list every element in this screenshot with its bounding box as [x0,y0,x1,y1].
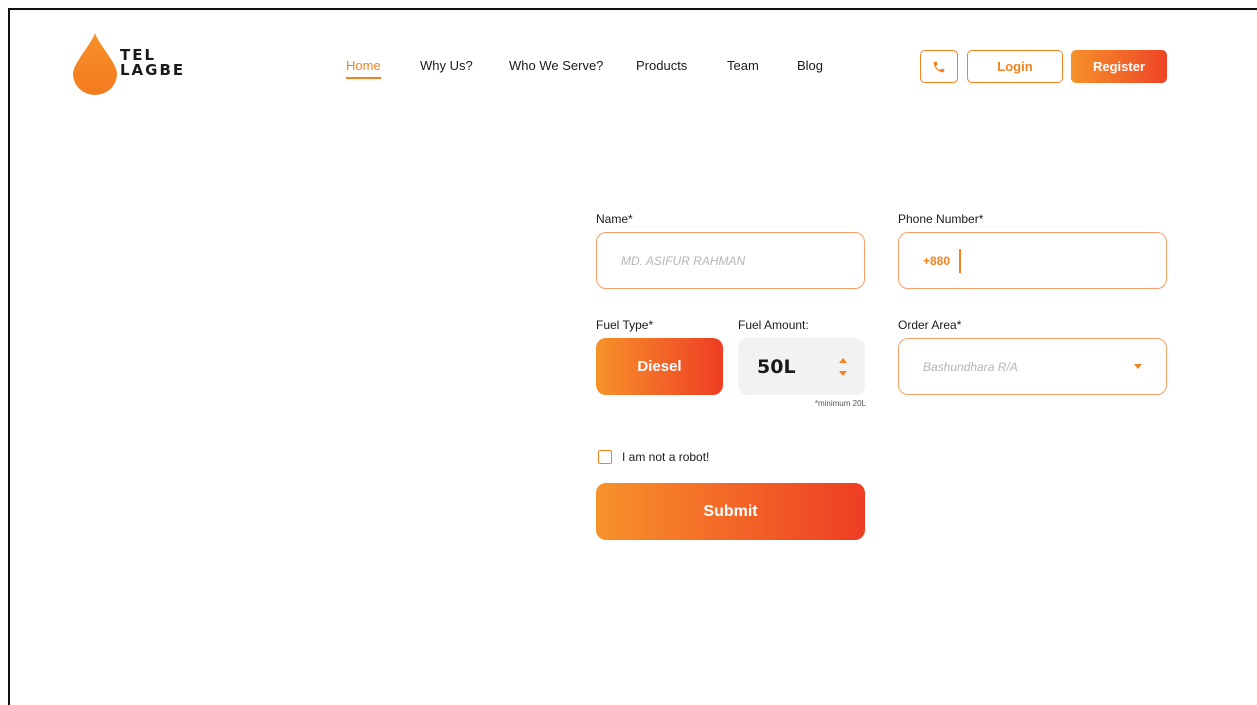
caret-down-icon [1134,364,1142,369]
fuel-type-label: Fuel Type* [596,318,654,332]
nav-item-label: Home [346,58,381,73]
active-nav-underline [346,77,381,79]
fuel-amount-input[interactable]: 50L [738,338,865,395]
nav-item-home[interactable]: Home [346,58,381,79]
submit-button[interactable]: Submit [596,483,865,540]
call-button[interactable] [920,50,958,83]
login-button[interactable]: Login [967,50,1063,83]
phone-input[interactable]: +880 [898,232,1167,289]
captcha-checkbox[interactable]: I am not a robot! [598,450,709,464]
captcha-label: I am not a robot! [622,450,710,464]
nav-item-team[interactable]: Team [727,58,759,73]
brand-wordmark: TEL LAGBE [120,48,185,78]
fuel-amount-label: Fuel Amount: [738,318,809,332]
order-area-label: Order Area* [898,318,962,332]
nav-item-who-we-serve[interactable]: Who We Serve? [509,58,603,73]
nav-item-why-us[interactable]: Why Us? [420,58,473,73]
country-code-prefix: +880 [923,253,951,268]
phone-label: Phone Number* [898,212,984,226]
text-cursor [959,248,961,273]
phone-icon [933,61,945,72]
fuel-amount-value: 50L [757,356,796,378]
name-input[interactable]: MD. ASIFUR RAHMAN [596,232,865,289]
order-area-placeholder: Bashundhara R/A [923,359,1018,374]
brand-line-2: LAGBE [120,61,186,79]
brand-logo[interactable]: TEL LAGBE [73,33,185,95]
register-button[interactable]: Register [1071,50,1167,83]
stepper-arrows-icon[interactable] [836,355,850,379]
minimum-amount-note: *minimum 20L [814,399,866,408]
checkbox-box[interactable] [598,450,612,464]
oil-drop-icon [73,33,117,95]
order-area-select[interactable]: Bashundhara R/A [898,338,1167,395]
fuel-type-selector[interactable]: Diesel [596,338,723,395]
nav-item-blog[interactable]: Blog [797,58,823,73]
name-placeholder: MD. ASIFUR RAHMAN [621,253,746,268]
name-label: Name* [596,212,633,226]
nav-item-products[interactable]: Products [636,58,687,73]
